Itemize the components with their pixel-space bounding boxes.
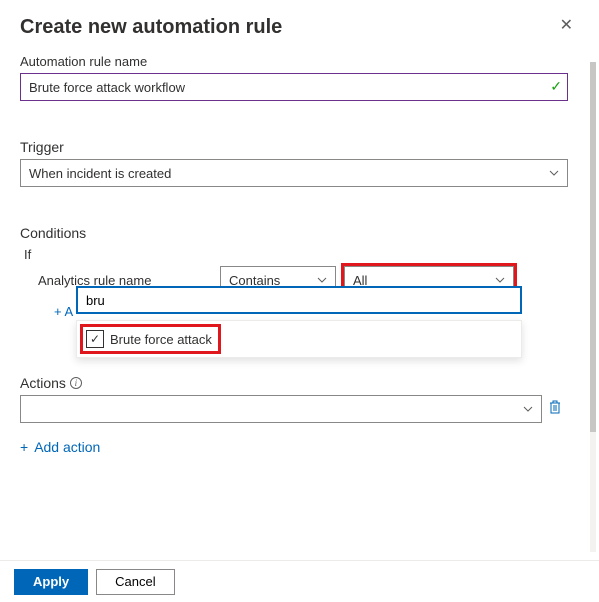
apply-button[interactable]: Apply (14, 569, 88, 595)
suggestion-text: Brute force attack (110, 332, 212, 347)
actions-label: Actions (20, 375, 66, 391)
add-action-label: Add action (34, 439, 100, 455)
suggestion-item[interactable]: ✓ Brute force attack (83, 327, 218, 351)
rule-name-input[interactable] (20, 73, 568, 101)
chevron-down-icon (495, 277, 505, 283)
cancel-button[interactable]: Cancel (96, 569, 174, 595)
delete-action-button[interactable] (548, 399, 562, 419)
suggestion-list: ✓ Brute force attack (76, 320, 522, 358)
add-action-button[interactable]: + Add action (20, 439, 100, 455)
conditions-label: Conditions (20, 225, 579, 241)
close-button[interactable]: ✕ (554, 16, 579, 36)
chevron-down-icon (523, 406, 533, 412)
page-title: Create new automation rule (20, 16, 282, 39)
plus-icon: + (20, 439, 28, 455)
action-dropdown[interactable] (20, 395, 542, 423)
trigger-label: Trigger (20, 139, 579, 155)
info-icon[interactable]: i (70, 377, 82, 389)
chevron-down-icon (317, 277, 327, 283)
suggestion-checkbox[interactable]: ✓ (86, 330, 104, 348)
rule-search-input[interactable] (76, 286, 522, 314)
chevron-down-icon (549, 170, 559, 176)
trigger-selected: When incident is created (29, 166, 171, 181)
if-label: If (24, 247, 579, 262)
trigger-dropdown[interactable]: When incident is created (20, 159, 568, 187)
rule-name-label: Automation rule name (20, 54, 579, 69)
